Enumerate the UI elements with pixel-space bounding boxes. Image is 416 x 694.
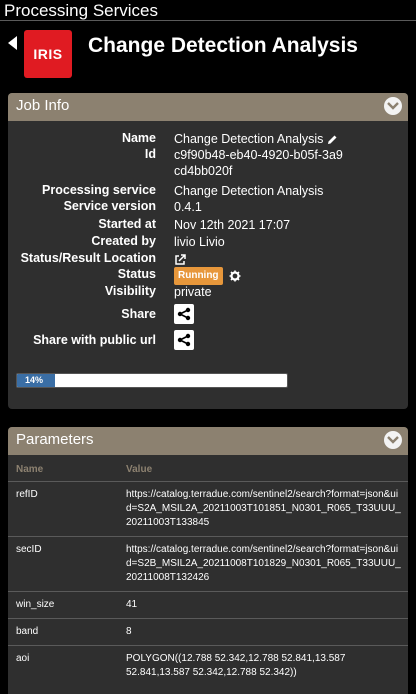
param-name: win_size — [8, 591, 118, 619]
job-info-header[interactable]: Job Info — [8, 93, 408, 121]
field-label: Service version — [63, 199, 156, 213]
chevron-down-icon[interactable] — [384, 431, 402, 449]
param-name: refID — [8, 481, 118, 537]
param-name: aoi — [8, 645, 118, 686]
table-row: band 8 — [8, 618, 408, 646]
parameters-table: Name Value refID https://catalog.terradu… — [8, 457, 408, 686]
field-label: Visibility — [104, 284, 156, 298]
share-button[interactable] — [174, 304, 194, 324]
param-value: POLYGON((12.788 52.342,12.788 52.841,13.… — [118, 645, 408, 686]
chevron-down-icon[interactable] — [384, 97, 402, 115]
table-row: aoi POLYGON((12.788 52.342,12.788 52.841… — [8, 645, 408, 686]
field-label: Status — [117, 267, 156, 281]
column-header-value: Value — [126, 463, 153, 475]
logo-text: IRIS — [33, 46, 63, 62]
field-label: Status/Result Location — [20, 251, 156, 265]
table-row: secID https://catalog.terradue.com/senti… — [8, 536, 408, 592]
gear-icon[interactable] — [229, 270, 241, 282]
parameters-header[interactable]: Parameters — [8, 427, 408, 455]
top-bar: Processing Services — [0, 0, 416, 21]
param-name: band — [8, 618, 118, 646]
column-header-name: Name — [16, 463, 44, 475]
field-label: Id — [144, 147, 156, 161]
service-logo: IRIS — [24, 30, 72, 78]
service-version-value: 0.4.1 — [174, 200, 202, 214]
parameters-panel: Parameters Name Value refID https://cata… — [8, 427, 408, 694]
pencil-icon[interactable] — [327, 134, 338, 145]
app-title: Processing Services — [4, 1, 159, 20]
share-icon — [177, 307, 191, 321]
param-value: 41 — [118, 591, 408, 619]
table-row: refID https://catalog.terradue.com/senti… — [8, 481, 408, 537]
param-value: 8 — [118, 618, 408, 646]
table-row: win_size 41 — [8, 591, 408, 619]
status-badge: Running — [174, 267, 223, 285]
created-by-value: livio Livio — [174, 235, 225, 249]
param-value: https://catalog.terradue.com/sentinel2/s… — [118, 481, 408, 537]
share-icon — [177, 333, 191, 347]
visibility-value: private — [174, 285, 212, 299]
field-label: Share with public url — [33, 333, 156, 347]
progress-label: 14% — [25, 375, 44, 385]
table-header-row: Name Value — [8, 457, 408, 482]
job-info-title: Job Info — [16, 97, 70, 114]
param-value: https://catalog.terradue.com/sentinel2/s… — [118, 536, 408, 592]
job-progress-bar: 14% — [16, 373, 288, 388]
job-id-value: c9f90b48-eb40-4920-b05f-3a9cd4bb020f — [174, 148, 343, 178]
param-name: secID — [8, 536, 118, 592]
parameters-title: Parameters — [16, 431, 94, 448]
back-arrow-icon[interactable] — [8, 36, 17, 50]
job-name-value: Change Detection Analysis — [174, 132, 324, 146]
share-public-url-button[interactable] — [174, 330, 194, 350]
field-label: Created by — [91, 234, 156, 248]
external-link-icon[interactable] — [174, 253, 186, 266]
processing-service-value: Change Detection Analysis — [174, 184, 324, 198]
field-label: Started at — [98, 217, 156, 231]
field-label: Name — [121, 131, 156, 145]
started-at-value: Nov 12th 2021 17:07 — [174, 218, 291, 232]
service-title: Change Detection Analysis — [88, 34, 358, 57]
field-label: Processing service — [42, 183, 156, 197]
job-info-panel: Job Info Name Change Detection Analysis … — [8, 93, 408, 409]
field-label: Share — [121, 307, 156, 321]
service-header: IRIS Change Detection Analysis — [0, 26, 416, 78]
